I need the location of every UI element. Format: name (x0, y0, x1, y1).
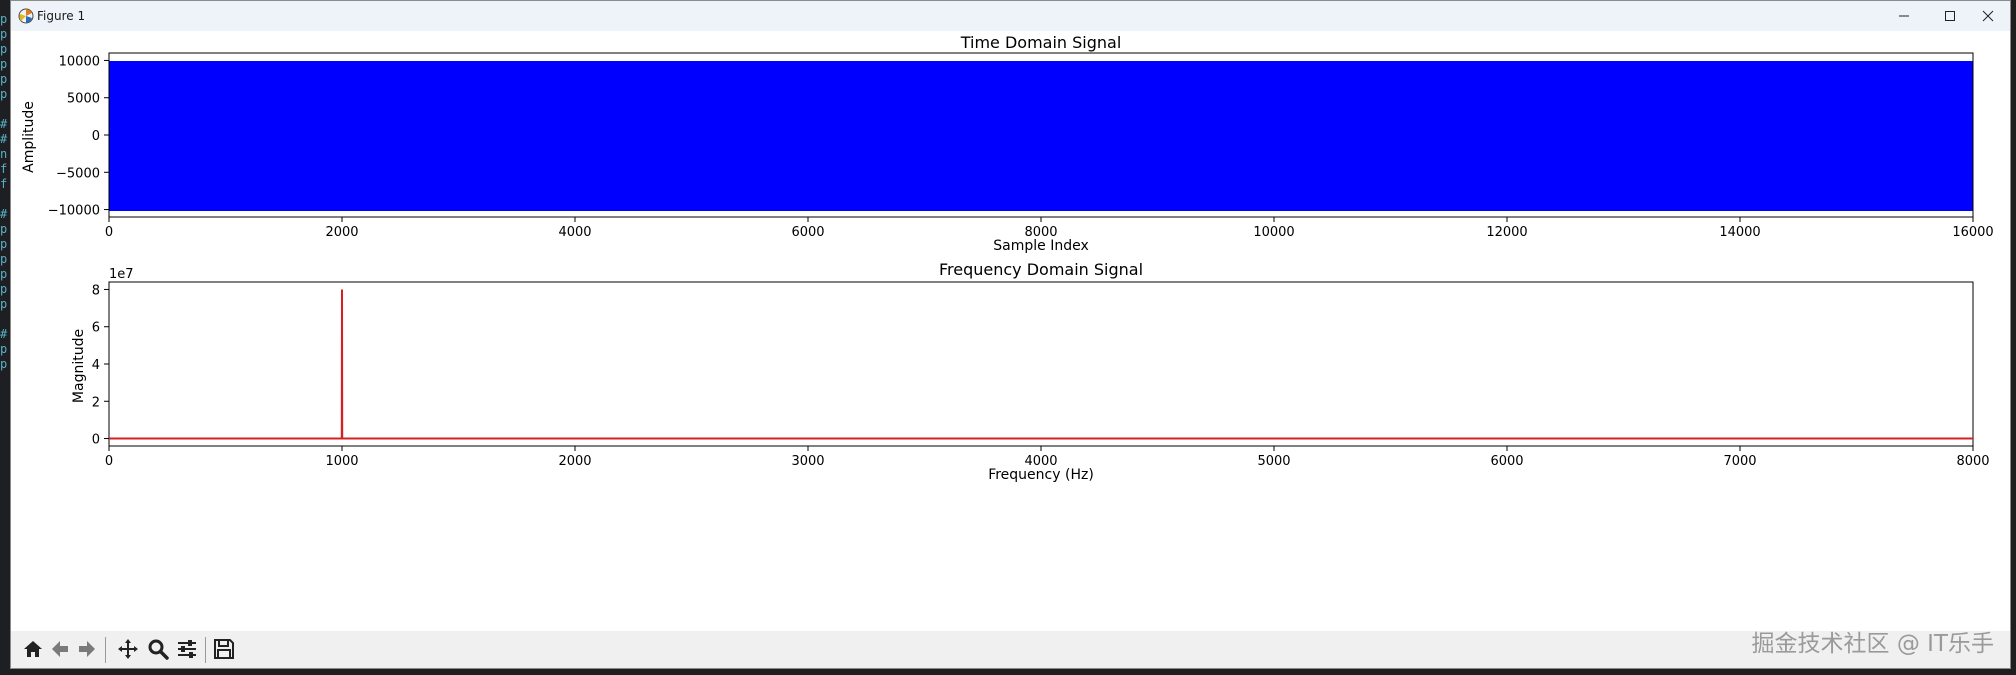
x-tick-label: 10000 (1253, 225, 1294, 240)
toolbar-separator (205, 637, 206, 663)
minimize-button[interactable] (1881, 1, 1927, 31)
y-tick-label: 10000 (59, 54, 100, 69)
frequency-domain-offset-text: 1e7 (109, 267, 134, 282)
y-tick-label: 6 (92, 321, 100, 336)
x-tick-label: 4000 (558, 225, 591, 240)
close-icon (1982, 10, 1994, 22)
x-tick-label: 6000 (791, 225, 824, 240)
y-tick-label: 8 (92, 283, 100, 298)
figure-window: Figure 1 Time Domain Signal Sample Index… (10, 0, 2011, 669)
x-tick-label: 2000 (325, 225, 358, 240)
time-domain-ylabel: Amplitude (21, 101, 37, 173)
background-editor-strip: ppp ppp # # n f f # ppp ppp # p p (0, 0, 10, 675)
title-bar[interactable]: Figure 1 (11, 1, 2010, 31)
x-tick-label: 8000 (1024, 225, 1057, 240)
x-tick-label: 4000 (1024, 454, 1057, 469)
y-tick-label: 4 (92, 358, 100, 373)
close-button[interactable] (1965, 1, 2010, 31)
back-button[interactable] (47, 636, 73, 662)
y-tick-label: 2 (92, 395, 100, 410)
forward-icon (79, 641, 95, 657)
x-tick-label: 3000 (791, 454, 824, 469)
x-tick-label: 12000 (1486, 225, 1527, 240)
x-tick-label: 2000 (558, 454, 591, 469)
x-tick-label: 16000 (1952, 225, 1993, 240)
save-button[interactable] (211, 636, 237, 662)
home-icon (24, 641, 42, 657)
y-tick-label: 0 (92, 129, 100, 144)
configure-subplots-button[interactable] (174, 636, 200, 662)
frequency-domain-ylabel: Magnitude (71, 329, 87, 403)
minimize-icon (1899, 15, 1909, 17)
zoom-icon (148, 639, 169, 660)
maximize-icon (1945, 11, 1955, 21)
pan-icon (118, 639, 138, 659)
forward-button[interactable] (74, 636, 100, 662)
time-domain-xlabel: Sample Index (993, 238, 1088, 254)
zoom-button[interactable] (145, 636, 171, 662)
frequency-domain-axes-frame (108, 281, 1974, 447)
x-tick-label: 14000 (1719, 225, 1760, 240)
figure-canvas[interactable]: Time Domain Signal Sample Index Amplitud… (11, 31, 2010, 631)
x-tick-label: 0 (105, 454, 113, 469)
y-tick-label: 0 (92, 433, 100, 448)
matplotlib-app-icon (18, 8, 34, 24)
x-tick-label: 5000 (1257, 454, 1290, 469)
figure-svg: Time Domain Signal Sample Index Amplitud… (21, 33, 1994, 483)
configure-subplots-icon (178, 640, 196, 658)
y-tick-label: −10000 (48, 204, 100, 219)
y-tick-label: −5000 (56, 166, 100, 181)
time-domain-chart: Time Domain Signal Sample Index Amplitud… (21, 33, 1994, 254)
back-icon (52, 641, 68, 657)
x-tick-label: 7000 (1723, 454, 1756, 469)
time-domain-signal-fill (109, 61, 1973, 211)
pan-button[interactable] (115, 636, 141, 662)
save-icon (214, 639, 234, 659)
window-title: Figure 1 (37, 9, 86, 23)
watermark-text: 掘金技术社区 @ IT乐手 (1751, 631, 1994, 657)
frequency-domain-title: Frequency Domain Signal (939, 260, 1143, 279)
x-tick-label: 8000 (1956, 454, 1989, 469)
frequency-domain-chart: Frequency Domain Signal 1e7 Frequency (H… (71, 260, 1990, 483)
time-domain-title: Time Domain Signal (960, 33, 1122, 52)
home-button[interactable] (20, 636, 46, 662)
frequency-magnitude-line (109, 289, 1973, 440)
toolbar-separator (105, 637, 106, 663)
y-tick-label: 5000 (67, 92, 100, 107)
frequency-domain-xlabel: Frequency (Hz) (988, 467, 1094, 483)
x-tick-label: 1000 (325, 454, 358, 469)
navigation-toolbar (11, 631, 2010, 668)
x-tick-label: 6000 (1490, 454, 1523, 469)
x-tick-label: 0 (105, 225, 113, 240)
